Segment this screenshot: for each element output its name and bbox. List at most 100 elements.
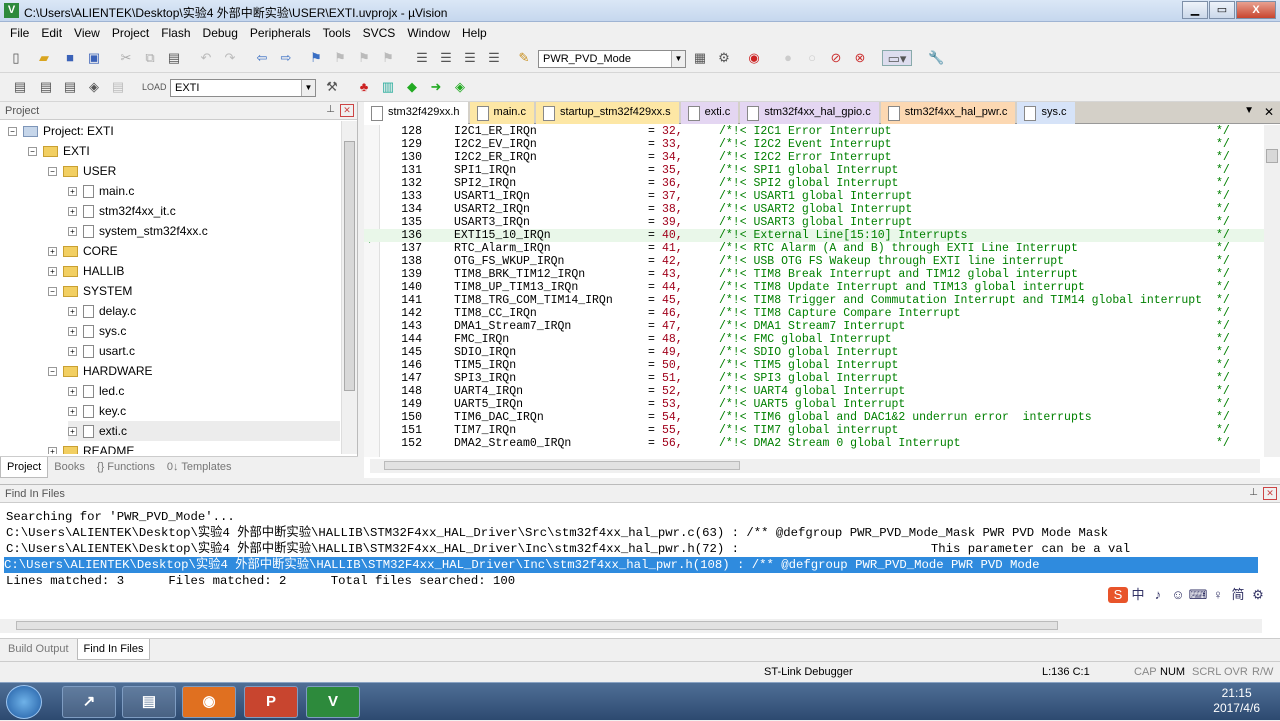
tree-item-main-c[interactable]: + main.c (68, 181, 134, 201)
prev-bookmark-icon[interactable]: ⚑ (332, 50, 348, 66)
tab-books[interactable]: Books (48, 457, 91, 478)
menu-help[interactable]: Help (456, 26, 493, 40)
sogou-logo-icon[interactable]: S (1108, 587, 1128, 603)
tab-list-icon[interactable]: ▼ (1244, 105, 1254, 116)
select-packs-icon[interactable]: ◆ (404, 79, 420, 95)
tree-item-core[interactable]: + CORE (48, 241, 118, 261)
translate-icon[interactable]: ▤ (12, 79, 28, 95)
code-line[interactable]: 149 UART5_IRQn = 53, /*!< UART5 global Inter… (364, 398, 1264, 411)
project-scrollbar[interactable] (341, 121, 357, 454)
tab-build-output[interactable]: Build Output (2, 639, 75, 660)
tab-stm32f429xx-h[interactable]: stm32f429xx.h (364, 102, 468, 124)
menu-view[interactable]: View (68, 26, 106, 40)
close-tab-icon[interactable]: ✕ (1264, 105, 1274, 119)
tab-find-in-files[interactable]: Find In Files (76, 639, 151, 660)
find-combo[interactable]: PWR_PVD_Mode ▼ (538, 50, 686, 68)
undo-icon[interactable]: ↶ (198, 50, 214, 66)
incremental-find-icon[interactable]: ⚙ (716, 50, 732, 66)
find-in-files-icon[interactable]: ✎ (516, 50, 532, 66)
collapse-icon[interactable]: − (48, 367, 57, 377)
code-line[interactable]: 139 TIM8_BRK_TIM12_IRQn = 43, /*!< TIM8 Brea… (364, 268, 1264, 281)
code-line[interactable]: 133 USART1_IRQn = 37, /*!< USART1 global Int… (364, 190, 1264, 203)
ime-emoji-icon[interactable]: ☺ (1168, 587, 1188, 603)
minimize-button[interactable]: ▁ (1182, 1, 1208, 19)
save-icon[interactable]: ■ (62, 50, 78, 66)
expand-icon[interactable]: + (48, 267, 57, 277)
taskbar-app-1[interactable]: ↗ (62, 686, 116, 718)
uncomment-icon[interactable]: ☰ (486, 50, 502, 66)
ime-simplified-icon[interactable]: 简 (1228, 587, 1248, 603)
tab-hal-gpio-c[interactable]: stm32f4xx_hal_gpio.c (740, 102, 879, 124)
tree-item-key-c[interactable]: + key.c (68, 401, 126, 421)
pin-icon[interactable]: ⊥ (326, 104, 335, 115)
close-button[interactable]: X (1236, 1, 1276, 19)
code-area[interactable]: 128 I2C1_ER_IRQn = 32, /*!< I2C1 Error Inter… (364, 125, 1264, 457)
start-button[interactable] (6, 685, 42, 719)
ime-settings-icon[interactable]: ⚙ (1248, 587, 1268, 603)
find-result-line-selected[interactable]: C:\Users\ALIENTEK\Desktop\实验4 外部中断实验\HAL… (4, 557, 1258, 573)
code-line[interactable]: 150 TIM6_DAC_IRQn = 54, /*!< TIM6 global and… (364, 411, 1264, 424)
new-file-icon[interactable]: ▯ (8, 50, 24, 66)
find-hscrollbar[interactable] (0, 619, 1262, 633)
stop-build-icon[interactable]: ▤ (110, 79, 126, 95)
menu-flash[interactable]: Flash (155, 26, 196, 40)
tree-item-delay-c[interactable]: + delay.c (68, 301, 136, 321)
save-all-icon[interactable]: ▣ (86, 50, 102, 66)
code-line[interactable]: 136 EXTI15_10_IRQn = 40, /*!< External Line[… (364, 229, 1264, 242)
code-line[interactable]: 131 SPI1_IRQn = 35, /*!< SPI1 global Interru… (364, 164, 1264, 177)
tab-exti-c[interactable]: exti.c (680, 102, 739, 124)
tree-item-readme[interactable]: + README (48, 441, 134, 454)
tree-item-sys-c[interactable]: + sys.c (68, 321, 126, 341)
code-line[interactable]: 129 I2C2_EV_IRQn = 33, /*!< I2C2 Event Inter… (364, 138, 1264, 151)
code-line[interactable]: 130 I2C2_ER_IRQn = 34, /*!< I2C2 Error Inter… (364, 151, 1264, 164)
find-result-line[interactable]: C:\Users\ALIENTEK\Desktop\实验4 外部中断实验\HAL… (6, 525, 1256, 541)
kill-breakpoints-icon[interactable]: ⊘ (828, 50, 844, 66)
tab-project[interactable]: Project (0, 457, 49, 478)
tab-functions[interactable]: {} Functions (91, 457, 161, 478)
scroll-thumb[interactable] (384, 461, 740, 470)
find-icon[interactable]: ▦ (692, 50, 708, 66)
expand-icon[interactable]: + (68, 407, 77, 417)
collapse-icon[interactable]: − (48, 167, 57, 177)
code-line[interactable]: 145 SDIO_IRQn = 49, /*!< SDIO global Interru… (364, 346, 1264, 359)
scroll-thumb[interactable] (1266, 149, 1278, 163)
collapse-icon[interactable]: − (48, 287, 57, 297)
build-icon[interactable]: ▤ (38, 79, 54, 95)
expand-icon[interactable]: + (68, 207, 77, 217)
close-panel-icon[interactable]: ✕ (340, 104, 354, 117)
target-options-icon[interactable]: ⚒ (324, 79, 340, 95)
expand-icon[interactable]: + (68, 307, 77, 317)
bookmark-icon[interactable]: ⚑ (308, 50, 324, 66)
rebuild-icon[interactable]: ▤ (62, 79, 78, 95)
download-icon[interactable]: LOAD (142, 79, 167, 95)
code-line[interactable]: 148 UART4_IRQn = 52, /*!< UART4 global Inter… (364, 385, 1264, 398)
disable-breakpoint-icon[interactable]: ○ (804, 50, 820, 66)
expand-icon[interactable]: + (68, 427, 77, 437)
editor-vscrollbar[interactable] (1264, 125, 1280, 457)
code-line[interactable]: 138 OTG_FS_WKUP_IRQn = 42, /*!< USB OTG FS W… (364, 255, 1264, 268)
ime-keyboard-icon[interactable]: ⌨ (1188, 587, 1208, 603)
tree-item-system[interactable]: − SYSTEM (48, 281, 132, 301)
code-line[interactable]: 141 TIM8_TRG_COM_TIM14_IRQn = 45, /*!< TIM8 … (364, 294, 1264, 307)
tree-item-system-c[interactable]: + system_stm32f4xx.c (68, 221, 208, 241)
tree-item-hallib[interactable]: + HALLIB (48, 261, 124, 281)
tree-item-exti[interactable]: − EXTI (28, 141, 90, 161)
unindent-icon[interactable]: ☰ (438, 50, 454, 66)
menu-file[interactable]: File (4, 26, 35, 40)
maximize-button[interactable]: ▭ (1209, 1, 1235, 19)
window-layout-icon[interactable]: ▭▾ (882, 50, 912, 66)
pack-installer-icon[interactable]: ◈ (452, 79, 468, 95)
nav-back-icon[interactable]: ⇦ (254, 50, 270, 66)
code-line[interactable]: 132 SPI2_IRQn = 36, /*!< SPI2 global Interru… (364, 177, 1264, 190)
tree-item-hardware[interactable]: − HARDWARE (48, 361, 153, 381)
find-result-line[interactable]: Searching for 'PWR_PVD_Mode'... (6, 509, 1256, 525)
tree-item-usart-c[interactable]: + usart.c (68, 341, 135, 361)
taskbar-explorer[interactable]: ▤ (122, 686, 176, 718)
taskbar-powerpoint[interactable]: P (244, 686, 298, 718)
redo-icon[interactable]: ↷ (222, 50, 238, 66)
expand-icon[interactable]: + (68, 187, 77, 197)
ime-user-icon[interactable]: ♀ (1208, 587, 1228, 603)
chevron-down-icon[interactable]: ▼ (301, 80, 315, 96)
code-line[interactable]: 142 TIM8_CC_IRQn = 46, /*!< TIM8 Capture Com… (364, 307, 1264, 320)
code-line[interactable]: 143 DMA1_Stream7_IRQn = 47, /*!< DMA1 Stream… (364, 320, 1264, 333)
